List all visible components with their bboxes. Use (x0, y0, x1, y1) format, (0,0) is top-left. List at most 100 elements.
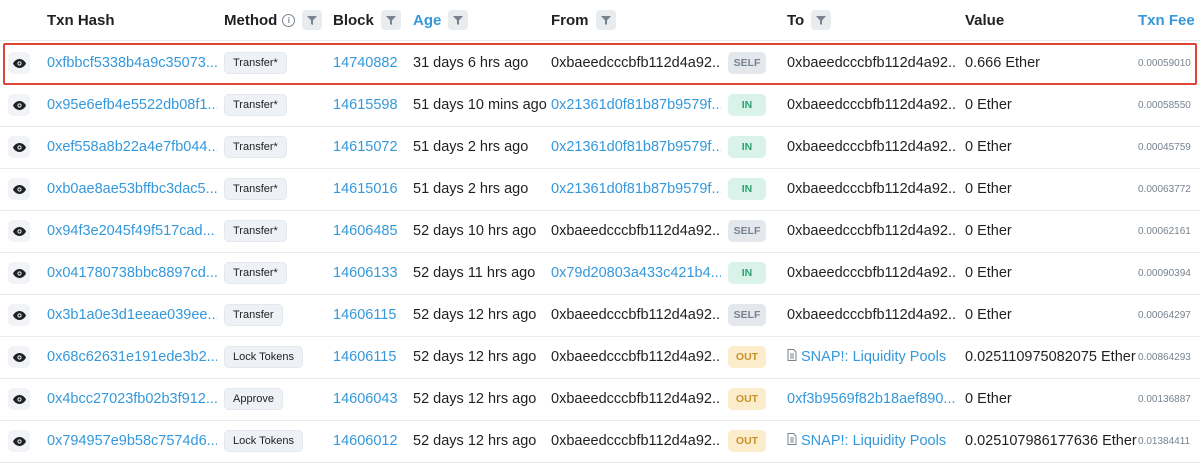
view-details-eye-icon[interactable] (8, 220, 30, 242)
age-text: 52 days 12 hrs ago (413, 349, 537, 365)
header-txn-fee[interactable]: Txn Fee (1138, 0, 1195, 40)
table-row: 0x95e6efb4e5522db08f1... Transfer* 1461559… (0, 84, 1200, 127)
view-details-eye-icon[interactable] (8, 262, 30, 284)
info-icon[interactable]: i (282, 13, 296, 27)
age-text: 52 days 11 hrs ago (413, 265, 536, 281)
header-age[interactable]: Age (413, 0, 469, 40)
to-address-label[interactable]: SNAP!: Liquidity Pools (801, 433, 946, 449)
table-row: 0x4bcc27023fb02b3f912... Approve 14606043 5… (0, 378, 1200, 421)
method-badge: Transfer* (224, 136, 287, 158)
method-badge: Transfer* (224, 220, 287, 242)
to-address-label[interactable]: 0xf3b9569f82b18aef890... (787, 391, 956, 407)
age-text: 52 days 12 hrs ago (413, 391, 537, 407)
header-txn-fee-label[interactable]: Txn Fee (1138, 12, 1195, 29)
direction-cell: IN (728, 252, 766, 294)
view-details-eye-icon[interactable] (8, 178, 30, 200)
block-link[interactable]: 14615072 (333, 126, 398, 168)
view-details-eye-icon[interactable] (8, 136, 30, 158)
block-link[interactable]: 14606485 (333, 210, 398, 252)
age-text: 51 days 10 mins ago (413, 97, 547, 113)
to-address: 0xbaeedcccbfb112d4a92... (787, 84, 957, 126)
view-details-eye-icon[interactable] (8, 388, 30, 410)
direction-cell: IN (728, 84, 766, 126)
table-row: 0x794957e9b58c7574d6... Lock Tokens 146060… (0, 420, 1200, 463)
to-address-label: 0xbaeedcccbfb112d4a92... (787, 223, 957, 239)
value-text: 0 Ether (965, 97, 1012, 113)
age-text: 51 days 2 hrs ago (413, 139, 529, 155)
value-text: 0 Ether (965, 181, 1012, 197)
txn-fee-text: 0.00864293 (1138, 351, 1191, 363)
method-badge: Transfer (224, 304, 283, 326)
to-address-label[interactable]: SNAP!: Liquidity Pools (801, 349, 946, 365)
block-link[interactable]: 14606133 (333, 252, 398, 294)
view-details-eye-icon[interactable] (8, 430, 30, 452)
txn-hash-link[interactable]: 0x794957e9b58c7574d6... (47, 420, 217, 462)
header-from-label: From (551, 11, 589, 29)
header-method-label: Method (224, 11, 278, 29)
method-cell: Transfer* (224, 84, 287, 126)
txn-hash-link[interactable]: 0x4bcc27023fb02b3f912... (47, 378, 217, 420)
txn-fee-text: 0.00062161 (1138, 225, 1191, 237)
from-address: 0xbaeedcccbfb112d4a92... (551, 307, 721, 323)
direction-cell: OUT (728, 336, 766, 378)
table-row: 0xef558a8b22a4e7fb044... Transfer* 1461507… (0, 126, 1200, 169)
block-link[interactable]: 14606043 (333, 378, 398, 420)
block-link[interactable]: 14615598 (333, 84, 398, 126)
header-method: Method i (224, 0, 323, 40)
to-address-label: 0xbaeedcccbfb112d4a92... (787, 97, 957, 113)
age-text: 52 days 10 hrs ago (413, 223, 537, 239)
from-address[interactable]: 0x21361d0f81b87b9579f... (551, 126, 721, 168)
header-txn-hash-label: Txn Hash (47, 11, 115, 29)
direction-badge: OUT (728, 430, 766, 452)
direction-badge: IN (728, 94, 766, 116)
direction-cell: IN (728, 168, 766, 210)
age-text: 52 days 12 hrs ago (413, 307, 537, 323)
txn-fee-text: 0.00058550 (1138, 99, 1191, 111)
method-badge: Lock Tokens (224, 346, 303, 368)
contract-document-icon (787, 433, 797, 449)
block-link[interactable]: 14606012 (333, 420, 398, 462)
value-text: 0 Ether (965, 223, 1012, 239)
view-details-eye-icon[interactable] (8, 94, 30, 116)
block-filter-icon[interactable] (380, 10, 401, 30)
to-address-label: 0xbaeedcccbfb112d4a92... (787, 307, 957, 323)
from-address[interactable]: 0x79d20803a433c421b4... (551, 252, 721, 294)
method-cell: Lock Tokens (224, 336, 303, 378)
from-filter-icon[interactable] (595, 10, 616, 30)
to-address[interactable]: 0xf3b9569f82b18aef890... (787, 378, 957, 420)
direction-cell: SELF (728, 210, 766, 252)
txn-hash-link[interactable]: 0x041780738bbc8897cd... (47, 252, 217, 294)
header-age-label[interactable]: Age (413, 12, 441, 29)
method-filter-icon[interactable] (302, 10, 323, 30)
view-details-eye-icon[interactable] (8, 346, 30, 368)
txn-fee-text: 0.00063772 (1138, 183, 1191, 195)
to-filter-icon[interactable] (811, 10, 832, 30)
from-address[interactable]: 0x21361d0f81b87b9579f... (551, 84, 721, 126)
age-filter-icon[interactable] (448, 10, 469, 30)
txn-fee-text: 0.00136887 (1138, 393, 1191, 405)
txn-hash-link[interactable]: 0x68c62631e191ede3b2... (47, 336, 217, 378)
method-badge: Lock Tokens (224, 430, 303, 452)
block-link[interactable]: 14606115 (333, 336, 396, 378)
direction-badge: IN (728, 136, 766, 158)
from-address: 0xbaeedcccbfb112d4a92... (551, 433, 721, 449)
block-link[interactable]: 14615016 (333, 168, 398, 210)
direction-cell: SELF (728, 294, 766, 336)
from-address[interactable]: 0x21361d0f81b87b9579f... (551, 168, 721, 210)
txn-hash-link[interactable]: 0xef558a8b22a4e7fb044... (47, 126, 217, 168)
value-text: 0 Ether (965, 139, 1012, 155)
to-address: 0xbaeedcccbfb112d4a92... (787, 126, 957, 168)
to-address[interactable]: SNAP!: Liquidity Pools (787, 420, 957, 462)
txn-hash-link[interactable]: 0x94f3e2045f49f517cad... (47, 210, 217, 252)
to-address-label: 0xbaeedcccbfb112d4a92... (787, 181, 957, 197)
txn-hash-link[interactable]: 0xb0ae8ae53bffbc3dac5... (47, 168, 217, 210)
header-block-label: Block (333, 11, 374, 29)
method-cell: Transfer* (224, 210, 287, 252)
view-details-eye-icon[interactable] (8, 304, 30, 326)
method-badge: Transfer* (224, 94, 287, 116)
txn-hash-link[interactable]: 0x95e6efb4e5522db08f1... (47, 84, 217, 126)
block-link[interactable]: 14606115 (333, 294, 396, 336)
to-address[interactable]: SNAP!: Liquidity Pools (787, 336, 957, 378)
txn-hash-link[interactable]: 0x3b1a0e3d1eeae039ee... (47, 294, 217, 336)
table-row: 0x68c62631e191ede3b2... Lock Tokens 146061… (0, 336, 1200, 379)
